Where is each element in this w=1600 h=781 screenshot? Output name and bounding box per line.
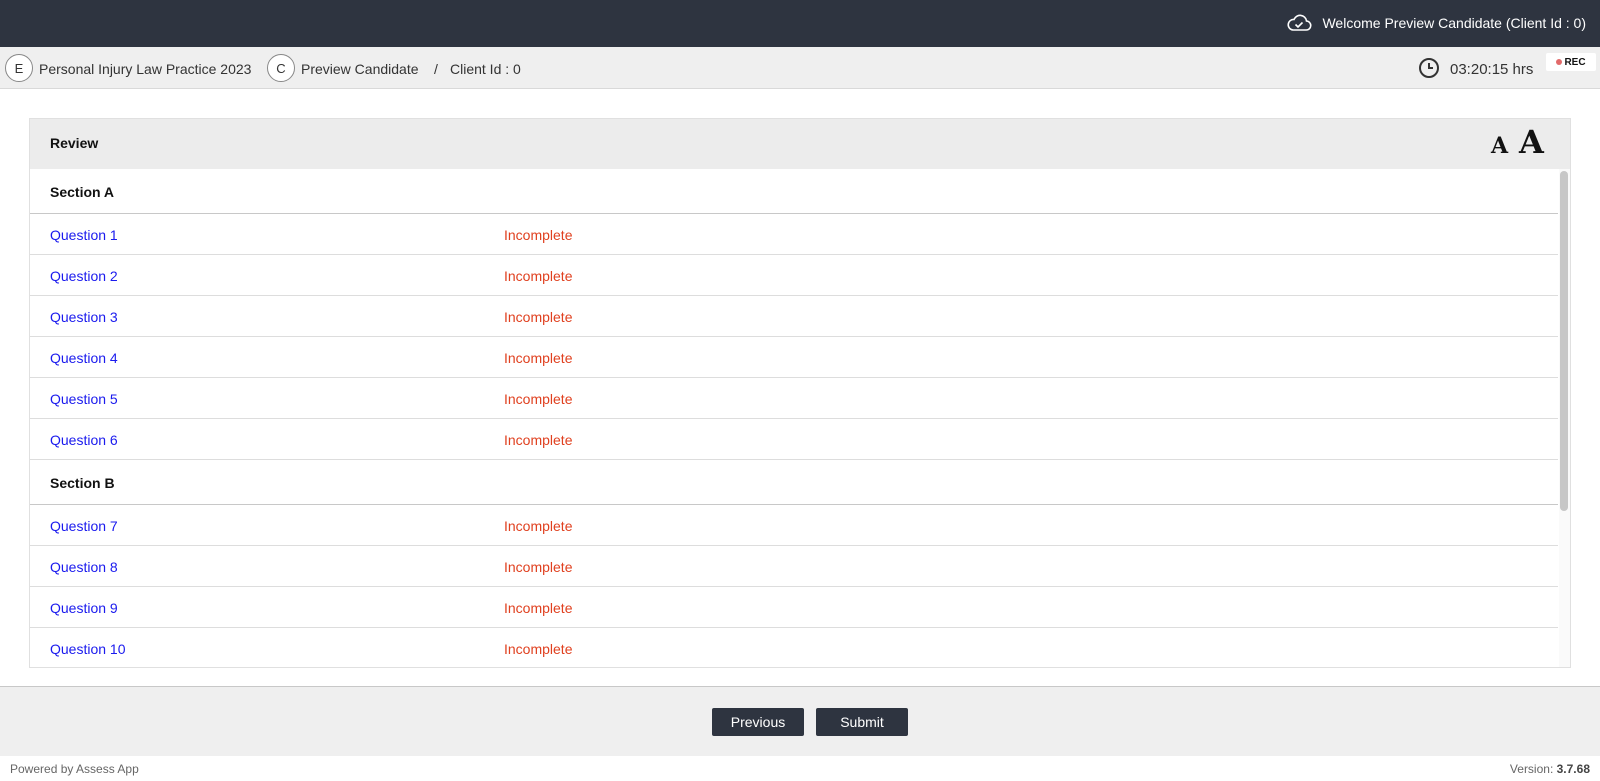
question-status: Incomplete [504, 432, 573, 448]
record-dot-icon [1556, 59, 1563, 65]
candidate-badge: C [267, 54, 295, 82]
welcome-text: Welcome Preview Candidate (Client Id : 0… [1322, 15, 1586, 31]
separator: / [434, 61, 438, 77]
review-header: Review A A [30, 119, 1570, 169]
question-link[interactable]: Question 4 [50, 350, 118, 366]
question-status: Incomplete [504, 559, 573, 575]
cloud-check-icon [1287, 14, 1312, 31]
client-id: Client Id : 0 [450, 61, 521, 77]
question-status: Incomplete [504, 641, 573, 657]
navigation-bar: Previous Submit [0, 686, 1600, 756]
exam-name: Personal Injury Law Practice 2023 [39, 61, 252, 77]
page-footer: Powered by Assess App Version: 3.7.68 [0, 756, 1600, 781]
question-row: Question 5 Incomplete [30, 378, 1558, 419]
section-label: Section B [50, 475, 115, 491]
question-status: Incomplete [504, 600, 573, 616]
top-bar: Welcome Preview Candidate (Client Id : 0… [0, 0, 1600, 47]
question-link[interactable]: Question 6 [50, 432, 118, 448]
question-row: Question 6 Incomplete [30, 419, 1558, 460]
section-label: Section A [50, 184, 115, 200]
powered-by-text: Powered by Assess App [10, 762, 139, 776]
version-label: Version: [1509, 762, 1554, 776]
section-header: Section A [30, 169, 1558, 214]
question-row: Question 10 Incomplete [30, 628, 1558, 667]
previous-button[interactable]: Previous [712, 708, 804, 736]
question-row: Question 9 Incomplete [30, 587, 1558, 628]
section-header: Section B [30, 460, 1558, 505]
scrollbar-thumb[interactable] [1560, 171, 1568, 511]
question-row: Question 8 Incomplete [30, 546, 1558, 587]
question-row: Question 3 Incomplete [30, 296, 1558, 337]
font-size-decrease-button[interactable]: A [1491, 133, 1508, 159]
question-link[interactable]: Question 9 [50, 600, 118, 616]
question-link[interactable]: Question 2 [50, 268, 118, 284]
question-link[interactable]: Question 1 [50, 227, 118, 243]
question-link[interactable]: Question 10 [50, 641, 126, 657]
exam-badge: E [5, 54, 33, 82]
question-link[interactable]: Question 7 [50, 518, 118, 534]
question-row: Question 4 Incomplete [30, 337, 1558, 378]
question-list: Section A Question 1 Incomplete Question… [30, 169, 1558, 667]
exam-info-bar: E Personal Injury Law Practice 2023 C Pr… [0, 47, 1600, 89]
clock-icon [1419, 58, 1439, 78]
review-title: Review [50, 135, 99, 151]
font-size-increase-button[interactable]: A [1519, 123, 1544, 161]
rec-label: REC [1564, 56, 1586, 68]
question-row: Question 2 Incomplete [30, 255, 1558, 296]
recording-indicator: REC [1546, 53, 1596, 71]
question-link[interactable]: Question 8 [50, 559, 118, 575]
question-status: Incomplete [504, 391, 573, 407]
question-link[interactable]: Question 3 [50, 309, 118, 325]
review-panel: Review A A Section A Question 1 Incomple… [29, 118, 1571, 668]
submit-button[interactable]: Submit [816, 708, 908, 736]
scrollbar[interactable] [1559, 169, 1570, 667]
question-row: Question 7 Incomplete [30, 505, 1558, 546]
timer-display: 03:20:15 hrs [1450, 61, 1534, 78]
question-link[interactable]: Question 5 [50, 391, 118, 407]
question-status: Incomplete [504, 309, 573, 325]
question-row: Question 1 Incomplete [30, 214, 1558, 255]
candidate-name: Preview Candidate [301, 61, 419, 77]
question-status: Incomplete [504, 227, 573, 243]
question-status: Incomplete [504, 350, 573, 366]
version-info: Version: 3.7.68 [1510, 762, 1590, 776]
question-status: Incomplete [504, 268, 573, 284]
version-number: 3.7.68 [1556, 762, 1590, 776]
question-status: Incomplete [504, 518, 573, 534]
